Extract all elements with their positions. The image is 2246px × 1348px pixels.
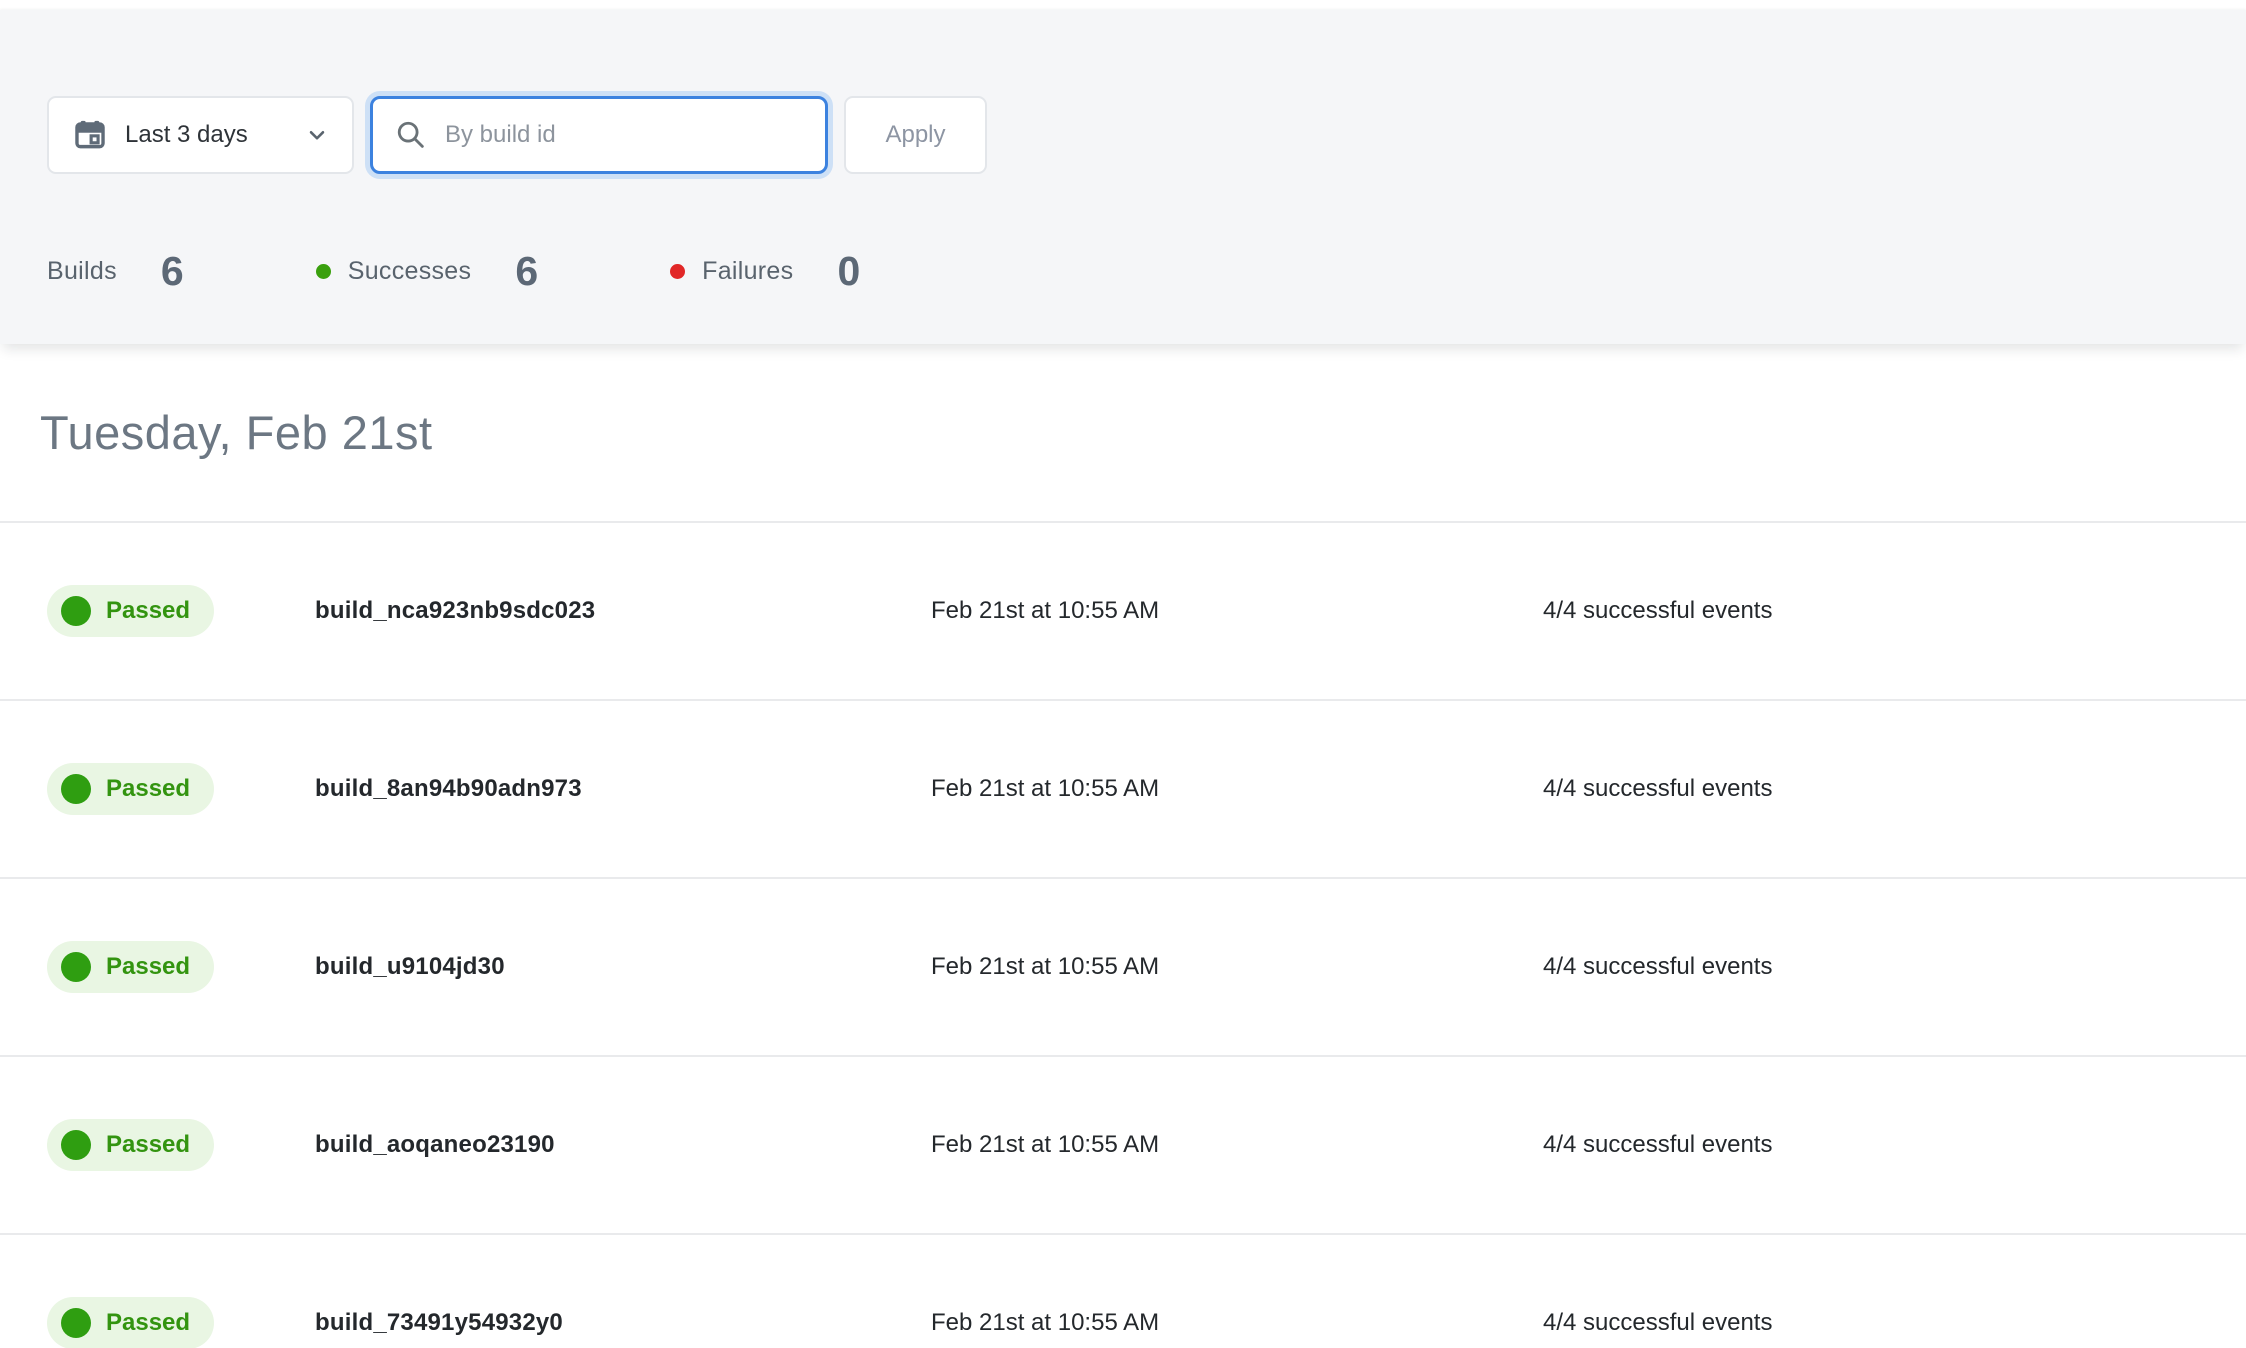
build-events-summary: 4/4 successful events: [1543, 1131, 2246, 1159]
build-id: build_8an94b90adn973: [315, 775, 931, 803]
stat-failures: Failures 0: [670, 248, 860, 295]
stat-successes-value: 6: [515, 248, 538, 295]
build-events-summary: 4/4 successful events: [1543, 1309, 2246, 1337]
status-label: Passed: [106, 1131, 190, 1159]
build-row[interactable]: Passed build_8an94b90adn973 Feb 21st at …: [0, 701, 2246, 879]
chevron-down-icon: [304, 122, 330, 148]
stat-builds-value: 6: [161, 248, 184, 295]
success-dot-icon: [316, 264, 331, 279]
build-id: build_aoqaneo23190: [315, 1131, 931, 1159]
build-row[interactable]: Passed build_73491y54932y0 Feb 21st at 1…: [0, 1235, 2246, 1348]
status-dot-icon: [61, 1130, 91, 1160]
build-timestamp: Feb 21st at 10:55 AM: [931, 775, 1543, 803]
filters-panel: Last 3 days Apply Builds 6: [0, 10, 2246, 344]
status-dot-icon: [61, 952, 91, 982]
status-dot-icon: [61, 774, 91, 804]
build-id: build_nca923nb9sdc023: [315, 597, 931, 625]
status-badge: Passed: [47, 763, 214, 815]
status-dot-icon: [61, 596, 91, 626]
date-heading: Tuesday, Feb 21st: [40, 405, 433, 460]
date-range-dropdown[interactable]: Last 3 days: [47, 96, 354, 174]
build-timestamp: Feb 21st at 10:55 AM: [931, 597, 1543, 625]
build-id: build_73491y54932y0: [315, 1309, 931, 1337]
status-label: Passed: [106, 953, 190, 981]
search-field-wrapper: [370, 96, 828, 174]
stat-successes-label: Successes: [348, 257, 472, 286]
build-id: build_u9104jd30: [315, 953, 931, 981]
status-label: Passed: [106, 1309, 190, 1337]
apply-button[interactable]: Apply: [844, 96, 987, 174]
build-events-summary: 4/4 successful events: [1543, 597, 2246, 625]
status-badge: Passed: [47, 1119, 214, 1171]
date-section-header: Tuesday, Feb 21st: [0, 344, 2246, 523]
status-label: Passed: [106, 597, 190, 625]
build-row[interactable]: Passed build_u9104jd30 Feb 21st at 10:55…: [0, 879, 2246, 1057]
stat-builds: Builds 6: [47, 248, 184, 295]
status-dot-icon: [61, 1308, 91, 1338]
build-timestamp: Feb 21st at 10:55 AM: [931, 1309, 1543, 1337]
status-badge: Passed: [47, 585, 214, 637]
status-label: Passed: [106, 775, 190, 803]
stat-failures-label: Failures: [702, 257, 793, 286]
calendar-icon: [73, 118, 107, 152]
build-timestamp: Feb 21st at 10:55 AM: [931, 953, 1543, 981]
failure-dot-icon: [670, 264, 685, 279]
build-events-summary: 4/4 successful events: [1543, 775, 2246, 803]
build-events-summary: 4/4 successful events: [1543, 953, 2246, 981]
build-timestamp: Feb 21st at 10:55 AM: [931, 1131, 1543, 1159]
build-row[interactable]: Passed build_aoqaneo23190 Feb 21st at 10…: [0, 1057, 2246, 1235]
stat-successes: Successes 6: [316, 248, 538, 295]
toolbar: Last 3 days Apply: [47, 96, 2246, 174]
build-row[interactable]: Passed build_nca923nb9sdc023 Feb 21st at…: [0, 523, 2246, 701]
date-range-label: Last 3 days: [125, 121, 286, 149]
stat-builds-label: Builds: [47, 257, 117, 286]
stat-failures-value: 0: [837, 248, 860, 295]
status-badge: Passed: [47, 941, 214, 993]
stats-row: Builds 6 Successes 6 Failures 0: [47, 248, 2246, 295]
status-badge: Passed: [47, 1297, 214, 1348]
build-id-search-input[interactable]: [370, 96, 828, 174]
